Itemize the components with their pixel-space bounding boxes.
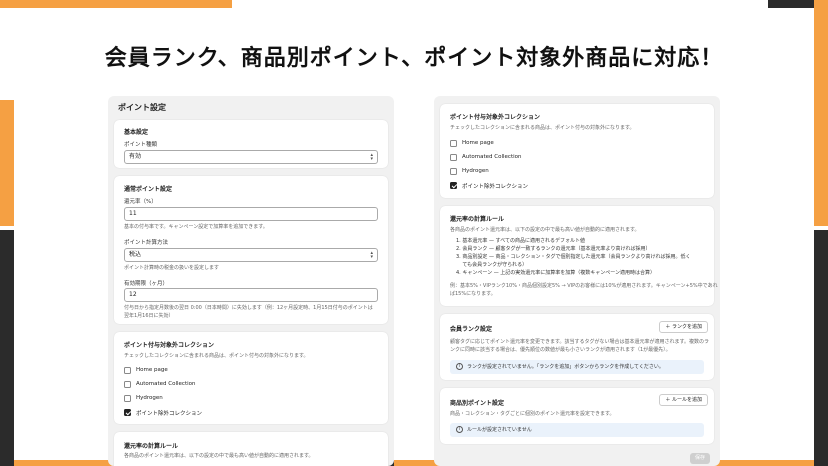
select-chevron-icon: ▴ ▾ (370, 152, 373, 162)
field-label: 有効期限（ヶ月） (124, 281, 169, 287)
checkbox[interactable] (450, 168, 457, 175)
save-button[interactable]: 保存 (690, 453, 710, 464)
decor-right-dark (814, 230, 828, 466)
checkbox-label: Hydrogen (462, 168, 489, 174)
info-text: ランクが設定されていません。「ランクを追加」ボタンからランクを作成してください。 (467, 364, 664, 370)
rule-item: 1. 基本還元率 — すべての商品に適用されるデフォルト値 (456, 238, 585, 244)
checkbox[interactable] (450, 154, 457, 161)
calc-method-select[interactable]: 税込 ▴ ▾ (124, 248, 378, 262)
info-text: ルールが設定されていません (467, 427, 532, 433)
decor-top-left-orange (0, 0, 232, 8)
card-title: ポイント付与対象外コレクション (124, 342, 215, 349)
calc-rules-card: 還元率の計算ルール 各商品のポイント還元率は、以下の設定の中で最も高い値が自動的… (114, 432, 388, 466)
checkbox[interactable] (450, 140, 457, 147)
left-settings-panel: ポイント設定 基本設定 ポイント種類 有効 ▴ ▾ 通常ポイント設定 還元率（%）… (108, 96, 394, 466)
decor-left-orange (0, 100, 14, 226)
field-label: ポイント計算方法 (124, 240, 169, 246)
decor-right-orange (814, 0, 828, 226)
select-value: 有効 (129, 153, 142, 160)
rank-empty-info: i ランクが設定されていません。「ランクを追加」ボタンからランクを作成してくださ… (450, 360, 704, 374)
headline: 会員ランク、商品別ポイント、ポイント対象外商品に対応！ (104, 46, 724, 71)
checkbox-label: Hydrogen (136, 395, 163, 401)
info-icon: i (456, 363, 463, 370)
checkbox[interactable] (124, 381, 131, 388)
description: チェックしたコレクションに含まれる商品は、ポイント付与の対象外になります。 (124, 353, 309, 359)
description: 顧客タグに応じてポイント還元率を変更できます。該当するタグがない場合は基本還元率… (450, 339, 710, 345)
member-rank-card: 会員ランク設定 ＋ ランクを追加 顧客タグに応じてポイント還元率を変更できます。… (440, 314, 714, 380)
point-type-select[interactable]: 有効 ▴ ▾ (124, 150, 378, 164)
calc-rules-card: 還元率の計算ルール 各商品のポイント還元率は、以下の設定の中で最も高い値が自動的… (440, 206, 718, 306)
checkbox-label: ポイント除外コレクション (462, 184, 529, 190)
card-title: 会員ランク設定 (450, 326, 493, 333)
card-title: 商品別ポイント設定 (450, 400, 505, 407)
rule-item: 2. 会員ランク — 顧客タグが一致するランクの還元率（基本還元率より高ければ採… (456, 246, 651, 252)
add-rank-button[interactable]: ＋ ランクを追加 (659, 321, 708, 333)
select-chevron-icon: ▴ ▾ (370, 250, 373, 260)
checkbox-label: Home page (462, 140, 494, 146)
rate-input[interactable]: 11 (124, 207, 378, 221)
checkbox-checked[interactable] (450, 182, 457, 189)
example-text: ば15%になります。 (450, 291, 496, 297)
add-rule-button[interactable]: ＋ ルールを追加 (659, 394, 708, 406)
checkbox-label: Automated Collection (462, 154, 522, 160)
card-title: 還元率の計算ルール (450, 216, 505, 223)
excluded-collections-card: ポイント付与対象外コレクション チェックしたコレクションに含まれる商品は、ポイン… (440, 104, 714, 198)
excluded-collections-card: ポイント付与対象外コレクション チェックしたコレクションに含まれる商品は、ポイン… (114, 332, 388, 424)
checkbox-label: Home page (136, 367, 168, 373)
help-text: ポイント計算時の税金の扱いを設定します (124, 265, 220, 271)
help-text: 翌年1月16日に失効） (124, 313, 174, 319)
card-title: ポイント付与対象外コレクション (450, 114, 541, 121)
field-label: ポイント種類 (124, 142, 158, 148)
rule-item: 3. 商品別設定 — 商品・コレクション・タグで個別指定した還元率（会員ランクよ… (456, 254, 691, 260)
checkbox-label: Automated Collection (136, 381, 196, 387)
description: ンクに同時に該当する場合は、優先順位の数値が最も小さいランクが適用されます（1が… (450, 347, 671, 353)
card-title: 還元率の計算ルール (124, 443, 179, 450)
decor-left-dark (0, 230, 14, 466)
example-text: 例：基本5%・VIPランク10%・商品個別設定5% → VIPのお客様には10%… (450, 283, 718, 289)
description: 各商品のポイント還元率は、以下の設定の中で最も高い値が自動的に適用されます。 (450, 227, 640, 233)
product-point-card: 商品別ポイント設定 ＋ ルールを追加 商品・コレクション・タグごとに個別のポイン… (440, 388, 714, 444)
card-title: 通常ポイント設定 (124, 186, 173, 193)
checkbox[interactable] (124, 395, 131, 402)
rule-item: ても会員ランクが守られる） (456, 262, 528, 268)
card-title: 基本設定 (124, 129, 149, 136)
rule-empty-info: i ルールが設定されていません (450, 423, 704, 437)
description: 各商品のポイント還元率は、以下の設定の中で最も高い値が自動的に適用されます。 (124, 453, 314, 459)
rule-item: 4. キャンペーン — 上記の実効還元率に加算率を加算（複数キャンペーン適用時は… (456, 270, 656, 276)
field-label: 還元率（%） (124, 199, 157, 205)
help-text: 基本の付与率です。キャンペーン設定で加算率を追加できます。 (124, 224, 268, 230)
page-title: ポイント設定 (118, 103, 166, 112)
select-value: 税込 (129, 251, 142, 258)
description: チェックしたコレクションに含まれる商品は、ポイント付与の対象外になります。 (450, 125, 635, 131)
normal-point-card: 通常ポイント設定 還元率（%） 11 基本の付与率です。キャンペーン設定で加算率… (114, 176, 388, 324)
checkbox[interactable] (124, 367, 131, 374)
info-icon: i (456, 426, 463, 433)
rule-list: 1. 基本還元率 — すべての商品に適用されるデフォルト値 2. 会員ランク —… (456, 237, 690, 277)
checkbox-label: ポイント除外コレクション (136, 411, 203, 417)
help-text: 付与日から指定月数後の翌日 0:00（日本時間）に失効します（例：12ヶ月設定時… (124, 305, 373, 311)
expiry-input[interactable]: 12 (124, 288, 378, 302)
checkbox-checked[interactable] (124, 409, 131, 416)
right-settings-panel: ポイント付与対象外コレクション チェックしたコレクションに含まれる商品は、ポイン… (434, 96, 720, 466)
basic-settings-card: 基本設定 ポイント種類 有効 ▴ ▾ (114, 120, 388, 168)
description: 商品・コレクション・タグごとに個別のポイント還元率を設定できます。 (450, 411, 615, 417)
